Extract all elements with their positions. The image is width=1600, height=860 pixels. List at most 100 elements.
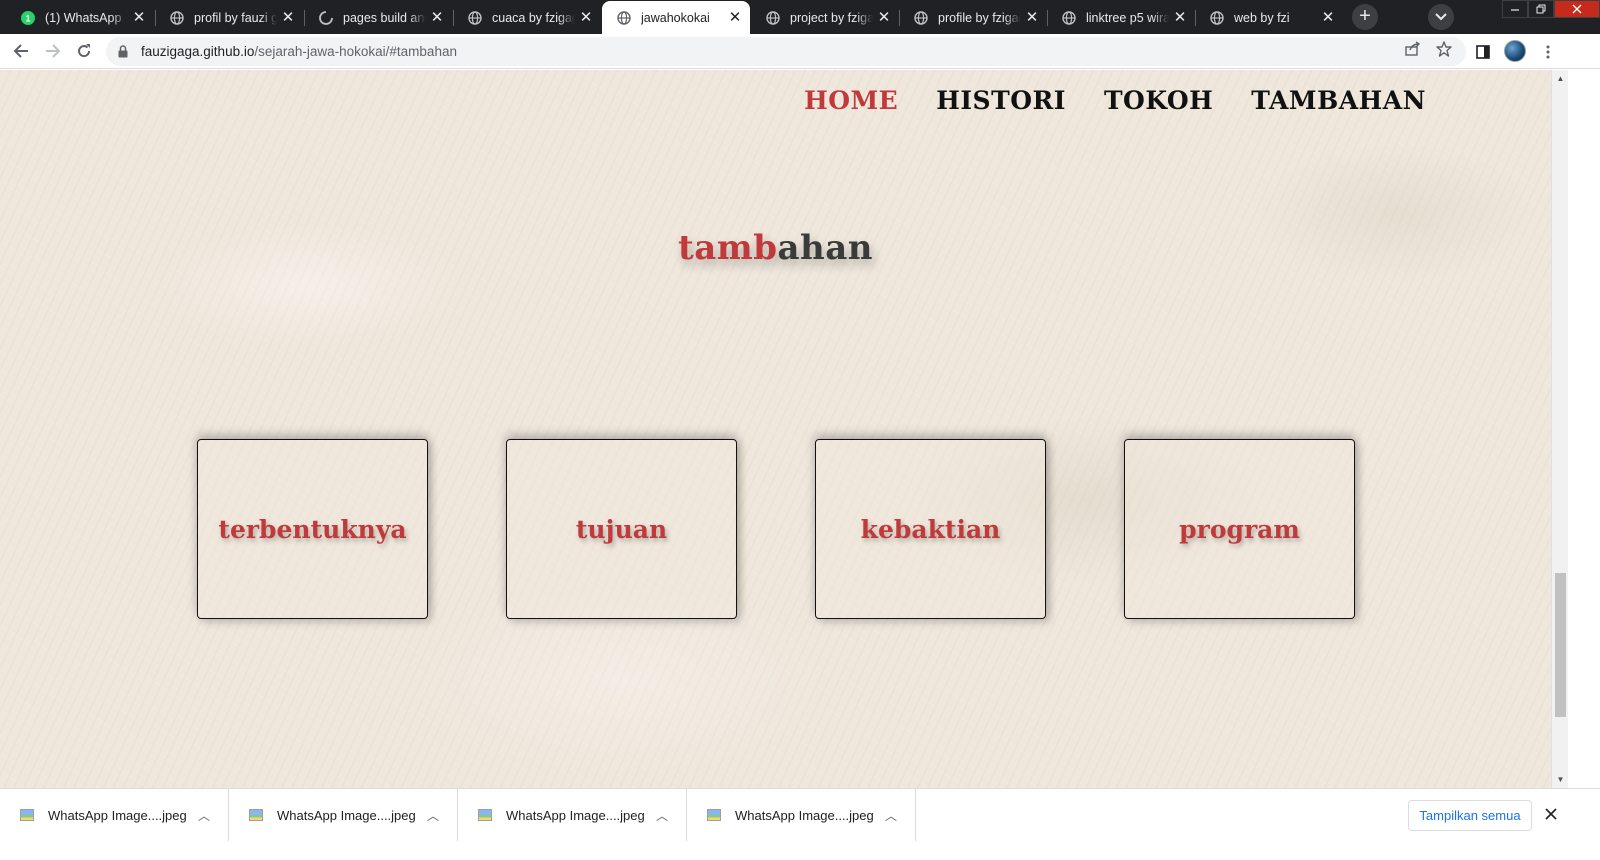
page-scrollbar[interactable]: ▲ ▼ (1551, 70, 1568, 788)
download-filename: WhatsApp Image....jpeg (48, 807, 187, 823)
download-filename: WhatsApp Image....jpeg (506, 807, 645, 823)
download-shelf: WhatsApp Image....jpeg ︿ WhatsApp Image.… (0, 788, 1600, 860)
tab-pages-build[interactable]: pages build and deployment ✕ (304, 1, 452, 34)
tab-title: profile by fzigaga (938, 10, 1021, 25)
lock-icon (118, 45, 132, 58)
download-item[interactable]: WhatsApp Image....jpeg ︿ (0, 789, 229, 841)
image-file-icon (707, 809, 721, 821)
svg-text:1: 1 (25, 13, 30, 23)
tab-close-icon[interactable]: ✕ (1021, 7, 1043, 29)
card-terbentuknya[interactable]: terbentuknya (197, 439, 428, 619)
new-tab-button[interactable]: + (1352, 4, 1378, 30)
address-bar[interactable]: fauzigaga.github.io/sejarah-jawa-hokokai… (106, 37, 1466, 66)
download-item[interactable]: WhatsApp Image....jpeg ︿ (687, 789, 916, 841)
close-window-button[interactable] (1554, 0, 1600, 18)
close-icon (1572, 4, 1582, 14)
nav-histori[interactable]: HISTORI (936, 86, 1066, 115)
card-label: program (1179, 514, 1300, 544)
scroll-down-arrow-icon[interactable]: ▼ (1556, 775, 1565, 784)
chevron-up-icon[interactable]: ︿ (198, 807, 210, 824)
arrow-left-icon (13, 44, 28, 58)
tab-title: project by fzigaga (790, 10, 873, 25)
tab-close-icon[interactable]: ✕ (1317, 7, 1339, 29)
close-icon (1545, 808, 1557, 820)
url-path: /sejarah-jawa-hokokai/#tambahan (254, 44, 457, 59)
tab-jawahokokai[interactable]: jawahokokai ✕ (602, 1, 750, 34)
card-label: terbentuknya (218, 514, 407, 544)
url-host: fauzigaga.github.io (141, 44, 255, 59)
url-text: fauzigaga.github.io/sejarah-jawa-hokokai… (141, 44, 457, 59)
chevron-up-icon[interactable]: ︿ (656, 807, 668, 824)
tab-search-button[interactable] (1428, 4, 1454, 30)
show-all-downloads-button[interactable]: Tampilkan semua (1408, 800, 1532, 831)
globe-icon (616, 10, 631, 25)
download-filename: WhatsApp Image....jpeg (277, 807, 416, 823)
image-file-icon (249, 809, 263, 821)
card-label: tujuan (575, 514, 668, 544)
tab-close-icon[interactable]: ✕ (1169, 7, 1191, 29)
chevron-up-icon[interactable]: ︿ (427, 807, 439, 824)
share-icon[interactable] (1403, 39, 1423, 59)
globe-icon (765, 10, 780, 25)
scroll-thumb[interactable] (1555, 573, 1566, 717)
download-filename: WhatsApp Image....jpeg (735, 807, 874, 823)
tab-close-icon[interactable]: ✕ (575, 7, 597, 29)
card-kebaktian[interactable]: kebaktian (815, 439, 1046, 619)
globe-icon (467, 10, 482, 25)
more-menu-icon[interactable] (1537, 41, 1559, 63)
section-title: tambahan (0, 228, 1551, 268)
tab-title: pages build and deployment (343, 10, 426, 25)
chevron-down-icon (1435, 13, 1447, 21)
nav-home[interactable]: HOME (804, 86, 898, 115)
site-nav: HOME HISTORI TOKOH TAMBAHAN (804, 86, 1426, 115)
tab-close-icon[interactable]: ✕ (128, 7, 150, 29)
back-button[interactable] (9, 39, 33, 63)
download-item[interactable]: WhatsApp Image....jpeg ︿ (458, 789, 687, 841)
card-program[interactable]: program (1124, 439, 1355, 619)
github-icon (318, 10, 333, 25)
download-item[interactable]: WhatsApp Image....jpeg ︿ (229, 789, 458, 841)
globe-icon (1209, 10, 1224, 25)
tab-project[interactable]: project by fzigaga ✕ (751, 1, 899, 34)
nav-tokoh[interactable]: TOKOH (1104, 86, 1213, 115)
chevron-up-icon[interactable]: ︿ (885, 807, 897, 824)
tab-cuaca[interactable]: cuaca by fzigaga ✕ (453, 1, 601, 34)
forward-button[interactable] (41, 39, 65, 63)
tab-close-icon[interactable]: ✕ (873, 7, 895, 29)
minimize-icon (1511, 9, 1519, 11)
tab-close-icon[interactable]: ✕ (277, 7, 299, 29)
tab-title: cuaca by fzigaga (492, 10, 575, 25)
tab-title: jawahokokai (641, 10, 710, 25)
arrow-right-icon (46, 44, 61, 58)
tab-web[interactable]: web by fzi ✕ (1195, 1, 1343, 34)
image-file-icon (478, 809, 492, 821)
browser-toolbar: fauzigaga.github.io/sejarah-jawa-hokokai… (0, 34, 1600, 69)
nav-tambahan[interactable]: TAMBAHAN (1251, 86, 1426, 115)
tab-profile[interactable]: profile by fzigaga ✕ (899, 1, 1047, 34)
card-tujuan[interactable]: tujuan (506, 439, 737, 619)
card-label: kebaktian (860, 514, 1001, 544)
tab-strip: 1 (1) WhatsApp ✕ profil by fauzi gaga ✕ … (0, 0, 1600, 34)
reload-button[interactable] (72, 39, 96, 63)
minimize-button[interactable] (1502, 0, 1528, 18)
tab-linktree[interactable]: linktree p5 wirausaha ✕ (1047, 1, 1195, 34)
tab-profil[interactable]: profil by fauzi gaga ✕ (155, 1, 303, 34)
window-controls (1502, 0, 1600, 18)
reload-icon (78, 44, 91, 58)
bookmark-star-icon[interactable] (1434, 39, 1454, 59)
scroll-up-arrow-icon[interactable]: ▲ (1556, 74, 1565, 83)
restore-icon (1536, 4, 1546, 14)
page-viewport: HOME HISTORI TOKOH TAMBAHAN tambahan ter… (0, 70, 1551, 788)
tab-whatsapp[interactable]: 1 (1) WhatsApp ✕ (6, 1, 154, 34)
restore-button[interactable] (1528, 0, 1554, 18)
section-title-red: tamb (678, 228, 778, 268)
profile-avatar[interactable] (1504, 40, 1526, 62)
side-panel-icon[interactable] (1472, 41, 1494, 63)
tab-close-icon[interactable]: ✕ (724, 7, 746, 29)
tab-title: web by fzi (1234, 10, 1290, 25)
globe-icon (1061, 10, 1076, 25)
close-download-shelf-button[interactable] (1540, 803, 1562, 825)
tab-close-icon[interactable]: ✕ (426, 7, 448, 29)
whatsapp-icon: 1 (20, 10, 35, 25)
image-file-icon (20, 809, 34, 821)
